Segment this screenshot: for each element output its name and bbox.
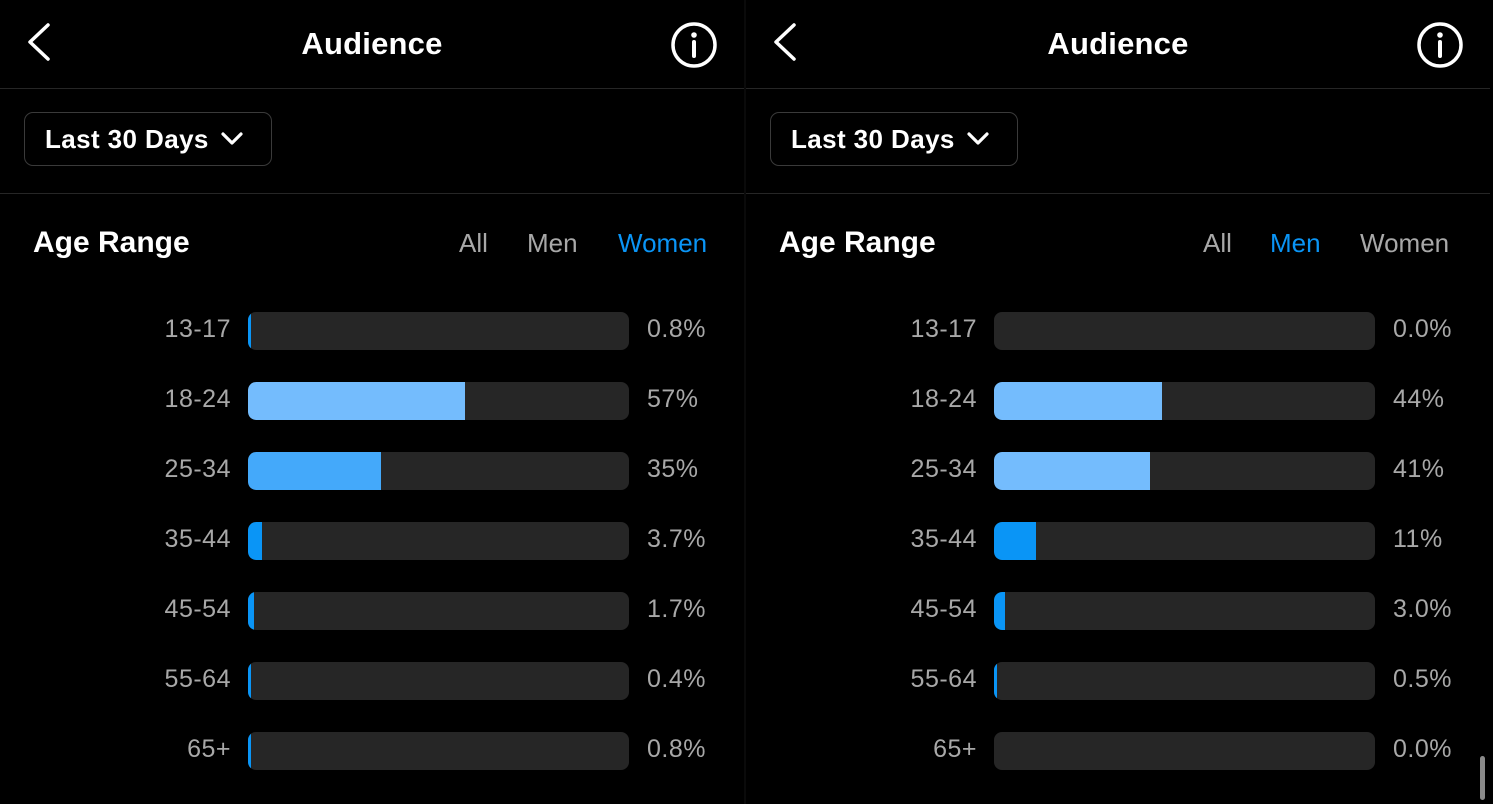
segment-all[interactable]: All xyxy=(1203,228,1232,259)
age-range-label: 13-17 xyxy=(164,315,231,343)
age-range-percent: 44% xyxy=(1393,385,1445,413)
age-range-label: 65+ xyxy=(187,735,231,763)
age-range-bar-track xyxy=(248,592,629,630)
age-range-percent: 3.0% xyxy=(1393,595,1452,623)
age-range-label: 18-24 xyxy=(164,385,231,413)
page-title: Audience xyxy=(301,26,443,61)
age-range-bar-track xyxy=(248,732,629,770)
date-range-label: Last 30 Days xyxy=(45,123,209,154)
age-range-percent: 0.5% xyxy=(1393,665,1452,693)
age-range-bar-track xyxy=(248,662,629,700)
age-range-bar-fill xyxy=(994,382,1162,420)
age-range-label: 18-24 xyxy=(910,385,977,413)
age-range-percent: 0.8% xyxy=(647,735,706,763)
age-range-label: 55-64 xyxy=(910,665,977,693)
age-range-percent: 3.7% xyxy=(647,525,706,553)
age-range-label: 25-34 xyxy=(910,455,977,483)
age-range-percent: 0.0% xyxy=(1393,735,1452,763)
age-range-percent: 0.8% xyxy=(647,315,706,343)
age-range-bar-fill xyxy=(248,662,251,700)
age-range-bar-fill xyxy=(248,592,254,630)
filter-row: Last 30 Days xyxy=(746,89,1490,194)
age-range-bar-track xyxy=(994,382,1375,420)
age-range-bar-track xyxy=(994,522,1375,560)
header: Audience xyxy=(0,0,744,89)
age-range-percent: 41% xyxy=(1393,455,1445,483)
age-range-bar-track xyxy=(248,452,629,490)
age-range-label: 35-44 xyxy=(910,525,977,553)
age-range-bar-fill xyxy=(994,592,1005,630)
age-range-label: 45-54 xyxy=(164,595,231,623)
page-title: Audience xyxy=(1047,26,1189,61)
age-range-bar-fill xyxy=(248,312,251,350)
age-range-bar-track xyxy=(994,312,1375,350)
age-range-bar-track xyxy=(248,522,629,560)
age-range-bar-track xyxy=(994,592,1375,630)
age-range-percent: 57% xyxy=(647,385,699,413)
age-range-bar-track xyxy=(994,732,1375,770)
age-range-label: 55-64 xyxy=(164,665,231,693)
age-range-bar-fill xyxy=(994,522,1036,560)
scrollbar[interactable] xyxy=(1480,756,1485,800)
filter-row: Last 30 Days xyxy=(0,89,744,194)
date-range-dropdown[interactable]: Last 30 Days xyxy=(24,112,272,166)
age-range-percent: 35% xyxy=(647,455,699,483)
chevron-down-icon xyxy=(967,132,989,145)
age-range-label: 25-34 xyxy=(164,455,231,483)
age-range-percent: 0.4% xyxy=(647,665,706,693)
age-range-bar-track xyxy=(248,382,629,420)
header: Audience xyxy=(746,0,1490,89)
age-range-bar-fill xyxy=(248,732,251,770)
date-range-label: Last 30 Days xyxy=(791,123,955,154)
info-circle-icon[interactable] xyxy=(670,21,718,69)
segment-women[interactable]: Women xyxy=(618,228,707,259)
age-range-bar-fill xyxy=(248,522,262,560)
age-range-label: 13-17 xyxy=(910,315,977,343)
segment-men[interactable]: Men xyxy=(1270,228,1321,259)
age-range-percent: 11% xyxy=(1393,525,1443,553)
age-range-bar-fill xyxy=(248,452,381,490)
audience-screen-women: Audience Last 30 Days Age Range All Men … xyxy=(0,0,744,804)
age-range-bar-fill xyxy=(994,452,1150,490)
section-title: Age Range xyxy=(33,226,190,259)
age-range-percent: 0.0% xyxy=(1393,315,1452,343)
age-range-percent: 1.7% xyxy=(647,595,706,623)
age-range-bar-track xyxy=(994,452,1375,490)
segment-all[interactable]: All xyxy=(459,228,488,259)
audience-screen-men: Audience Last 30 Days Age Range All Men … xyxy=(746,0,1490,804)
age-range-label: 35-44 xyxy=(164,525,231,553)
section-title: Age Range xyxy=(779,226,936,259)
segment-women[interactable]: Women xyxy=(1360,228,1449,259)
age-range-bar-fill xyxy=(994,662,997,700)
age-range-bar-track xyxy=(994,662,1375,700)
age-range-label: 45-54 xyxy=(910,595,977,623)
date-range-dropdown[interactable]: Last 30 Days xyxy=(770,112,1018,166)
age-range-label: 65+ xyxy=(933,735,977,763)
age-range-bar-track xyxy=(248,312,629,350)
segment-men[interactable]: Men xyxy=(527,228,578,259)
age-range-bar-fill xyxy=(248,382,465,420)
info-circle-icon[interactable] xyxy=(1416,21,1464,69)
chevron-down-icon xyxy=(221,132,243,145)
